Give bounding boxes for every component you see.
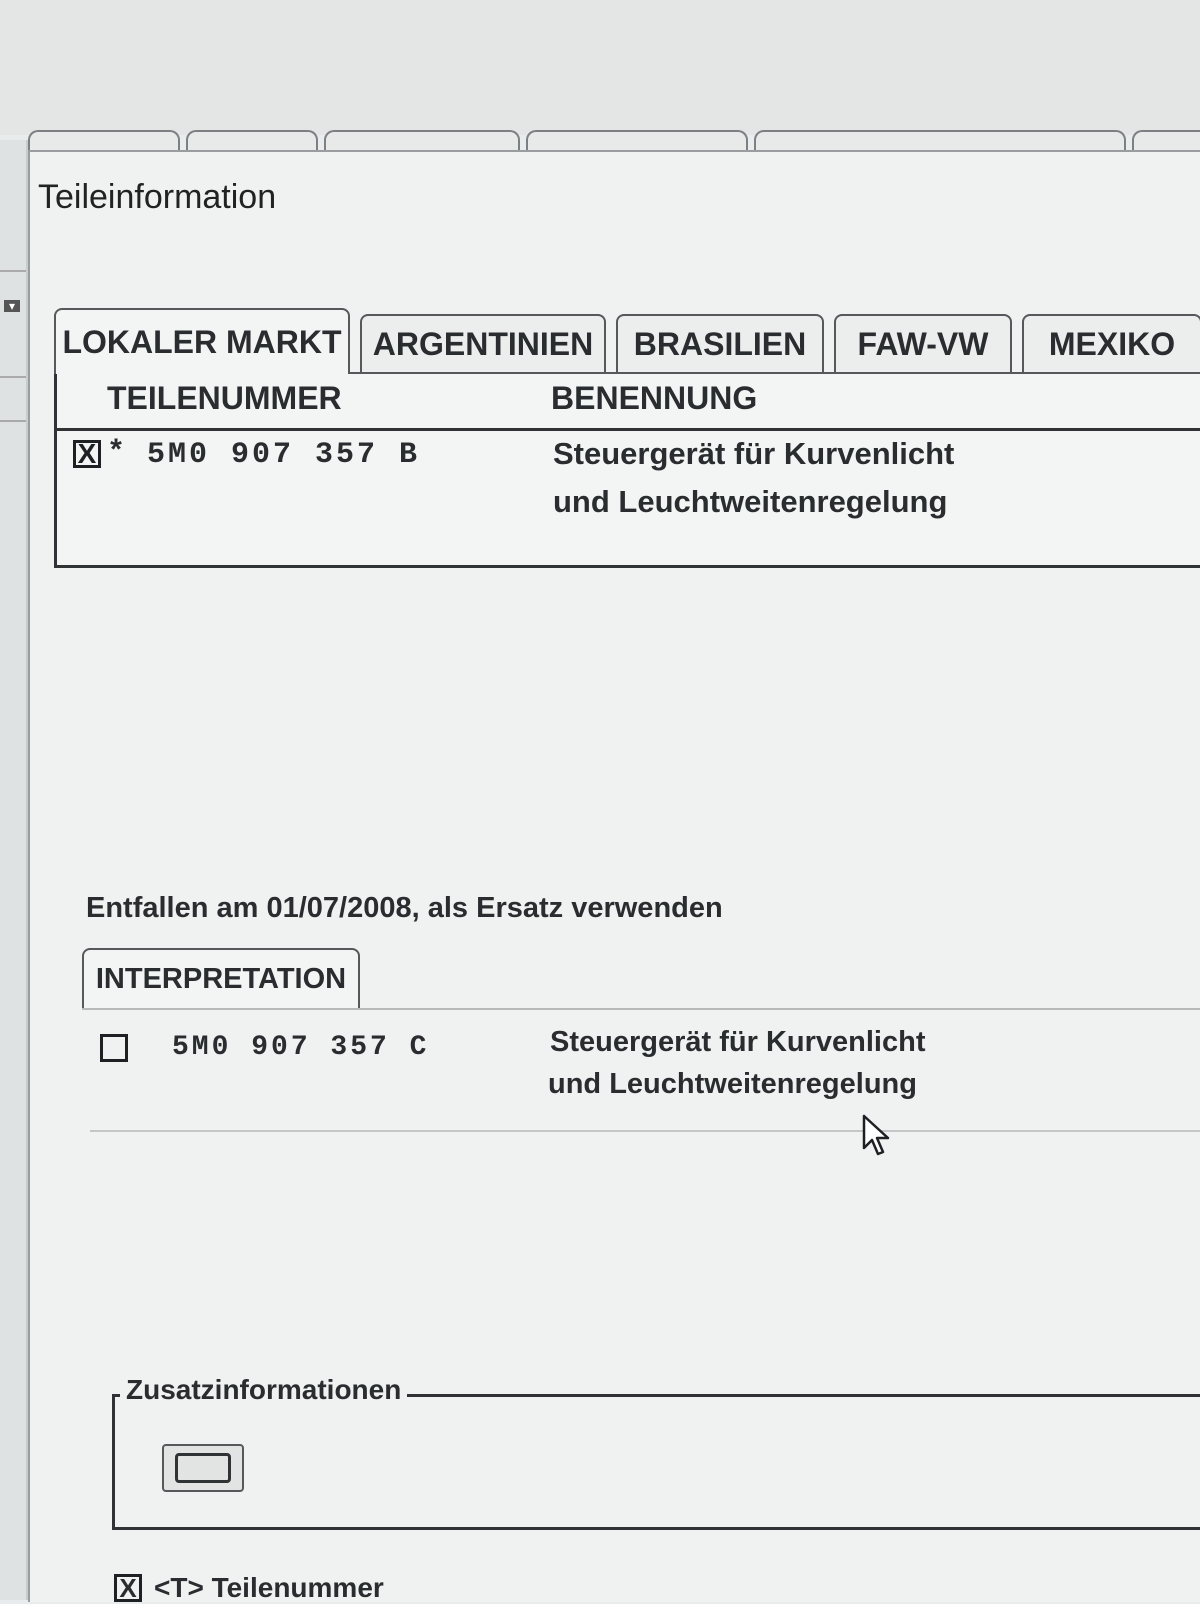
part-number: 5M0 907 357 C (172, 1032, 430, 1063)
left-pane-divider (0, 376, 26, 378)
section-divider (90, 1130, 1200, 1132)
row-flag: * (107, 436, 129, 470)
part-description-line1: Steuergerät für Kurvenlicht (550, 1026, 926, 1058)
left-pane-divider (0, 420, 26, 422)
part-description-line2: und Leuchtweitenregelung (548, 1068, 917, 1100)
parts-table: TEILENUMMER BENENNUNG X * 5M0 907 357 B … (54, 372, 1200, 568)
tab-lokaler-markt[interactable]: LOKALER MARKT (54, 308, 350, 374)
column-header-benennung[interactable]: BENENNUNG (551, 380, 757, 417)
group-legend: Zusatzinformationen (120, 1374, 408, 1406)
tab-label: MEXIKO (1048, 325, 1176, 362)
dropdown-arrow-icon[interactable]: ▾ (4, 300, 20, 312)
status-message: Entfallen am 01/07/2008, als Ersatz verw… (86, 892, 723, 924)
column-header-teilenummer[interactable]: TEILENUMMER (107, 380, 342, 417)
image-view-button[interactable] (162, 1444, 244, 1492)
tab-label: ARGENTINIEN (372, 325, 594, 362)
left-side-pane (0, 140, 28, 1600)
market-tab-strip: LOKALER MARKT ARGENTINIEN BRASILIEN FAW-… (54, 308, 1200, 374)
option-label: <T> Teilenummer (154, 1572, 384, 1603)
left-pane-divider (0, 270, 26, 272)
dialog-title: Teileinformation (38, 178, 277, 216)
tab-faw-vw[interactable]: FAW-VW (834, 314, 1012, 372)
table-header: TEILENUMMER BENENNUNG (57, 374, 1200, 431)
outer-window-background (0, 0, 1200, 135)
part-information-dialog: Teileinformation LOKALER MARKT ARGENTINI… (28, 150, 1200, 1603)
tab-label: INTERPRETATION (95, 962, 347, 995)
row-checkbox[interactable] (100, 1034, 128, 1062)
mouse-cursor-icon (862, 1114, 890, 1156)
part-description-line1: Steuergerät für Kurvenlicht (553, 436, 955, 471)
tab-label: LOKALER MARKT (62, 323, 342, 360)
tab-brasilien[interactable]: BRASILIEN (616, 314, 824, 372)
option-checkbox[interactable]: X (114, 1574, 142, 1602)
part-description-line2: und Leuchtweitenregelung (553, 484, 948, 519)
tab-label: FAW-VW (857, 325, 989, 362)
part-number: 5M0 907 357 B (147, 438, 421, 472)
additional-info-group (112, 1394, 1200, 1530)
section-divider (82, 1008, 1200, 1010)
tab-argentinien[interactable]: ARGENTINIEN (360, 314, 606, 372)
tab-interpretation[interactable]: INTERPRETATION (82, 948, 360, 1008)
row-checkbox[interactable]: X (73, 440, 101, 468)
tab-label: BRASILIEN (633, 325, 807, 362)
tab-mexiko[interactable]: MEXIKO (1022, 314, 1200, 372)
picture-frame-icon (175, 1453, 231, 1483)
